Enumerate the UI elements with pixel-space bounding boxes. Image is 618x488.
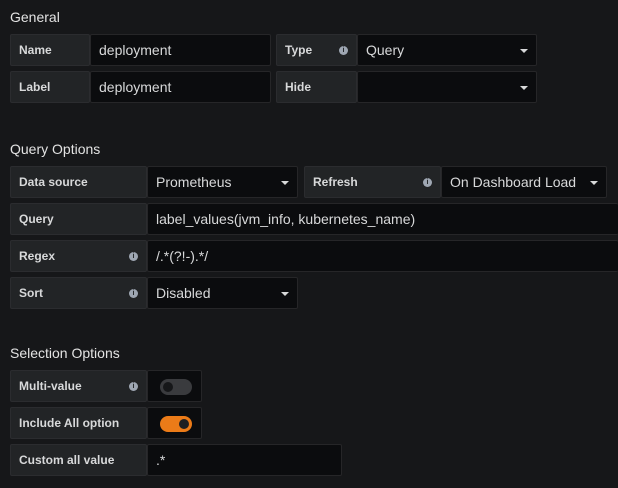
label-label: Label xyxy=(10,71,90,103)
datasource-select[interactable]: Prometheus xyxy=(147,166,298,198)
caret-down-icon xyxy=(281,181,289,185)
caret-down-icon xyxy=(281,292,289,296)
info-icon[interactable]: i xyxy=(129,252,138,261)
custom-all-label-text: Custom all value xyxy=(19,453,115,467)
regex-input[interactable]: /.*(?!-).*/ xyxy=(147,240,618,272)
selection-options-section-title: Selection Options xyxy=(10,345,120,361)
regex-label: Regex i xyxy=(10,240,147,272)
type-label-text: Type xyxy=(285,43,313,57)
datasource-label-text: Data source xyxy=(19,175,88,189)
variable-editor: General Name deployment Type i Query Lab… xyxy=(0,0,618,488)
type-select-value: Query xyxy=(366,42,405,58)
caret-down-icon xyxy=(520,49,528,53)
query-input[interactable]: label_values(jvm_info, kubernetes_name) xyxy=(147,203,618,235)
multi-value-label-text: Multi-value xyxy=(19,379,82,393)
type-select[interactable]: Query xyxy=(357,34,537,66)
hide-select[interactable] xyxy=(357,71,537,103)
refresh-label: Refresh i xyxy=(304,166,441,198)
query-label: Query xyxy=(10,203,147,235)
info-icon[interactable]: i xyxy=(339,46,348,55)
caret-down-icon xyxy=(590,181,598,185)
name-label: Name xyxy=(10,34,90,66)
info-icon[interactable]: i xyxy=(129,289,138,298)
caret-down-icon xyxy=(520,86,528,90)
hide-label-text: Hide xyxy=(285,80,312,94)
toggle-knob xyxy=(179,419,189,429)
name-label-text: Name xyxy=(19,43,52,57)
datasource-select-value: Prometheus xyxy=(156,174,232,190)
sort-select[interactable]: Disabled xyxy=(147,277,298,309)
query-label-text: Query xyxy=(19,212,54,226)
hide-label: Hide xyxy=(276,71,357,103)
multi-value-toggle-box xyxy=(147,370,202,402)
custom-all-input[interactable]: .* xyxy=(147,444,342,476)
toggle-knob xyxy=(163,382,173,392)
multi-value-label: Multi-value i xyxy=(10,370,147,402)
name-input[interactable]: deployment xyxy=(90,34,271,66)
info-icon[interactable]: i xyxy=(129,382,138,391)
sort-label-text: Sort xyxy=(19,286,43,300)
multi-value-toggle[interactable] xyxy=(160,379,192,395)
datasource-label: Data source xyxy=(10,166,147,198)
include-all-toggle-box xyxy=(147,407,202,439)
include-all-label: Include All option xyxy=(10,407,147,439)
sort-label: Sort i xyxy=(10,277,147,309)
custom-all-label: Custom all value xyxy=(10,444,147,476)
info-icon[interactable]: i xyxy=(423,178,432,187)
refresh-label-text: Refresh xyxy=(313,175,358,189)
refresh-select-value: On Dashboard Load xyxy=(450,174,577,190)
type-label: Type i xyxy=(276,34,357,66)
label-label-text: Label xyxy=(19,80,51,94)
include-all-label-text: Include All option xyxy=(19,416,120,430)
regex-label-text: Regex xyxy=(19,249,56,263)
sort-select-value: Disabled xyxy=(156,285,211,301)
label-input[interactable]: deployment xyxy=(90,71,271,103)
general-section-title: General xyxy=(10,9,60,25)
refresh-select[interactable]: On Dashboard Load xyxy=(441,166,607,198)
include-all-toggle[interactable] xyxy=(160,416,192,432)
query-options-section-title: Query Options xyxy=(10,141,101,157)
